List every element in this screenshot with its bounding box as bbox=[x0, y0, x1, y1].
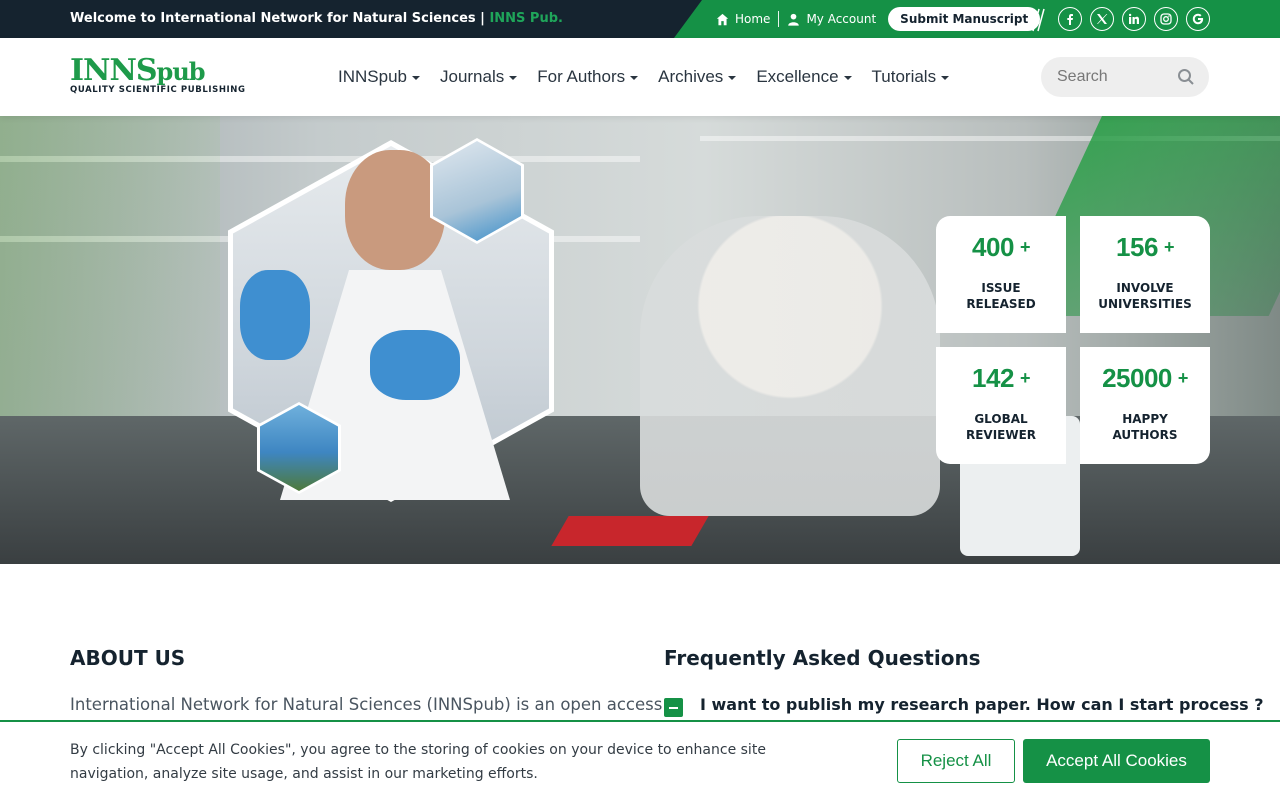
stat-label-line2: RELEASED bbox=[966, 297, 1036, 311]
stat-value: 25000 bbox=[1102, 363, 1172, 393]
stat-label-line1: INVOLVE bbox=[1116, 281, 1174, 295]
caret-down-icon bbox=[941, 76, 950, 80]
top-links: Home My Account Submit Manuscript bbox=[716, 0, 1041, 38]
nav-label: Excellence bbox=[756, 67, 839, 86]
nav-journals[interactable]: Journals bbox=[439, 67, 518, 87]
nav-innspub[interactable]: INNSpub bbox=[338, 67, 420, 87]
stat-label-line2: AUTHORS bbox=[1112, 428, 1178, 442]
brand-link[interactable]: INNS Pub. bbox=[489, 11, 563, 26]
stat-label: INVOLVE UNIVERSITIES bbox=[1090, 280, 1200, 312]
caret-down-icon bbox=[843, 76, 852, 80]
stat-number: 156 + bbox=[1080, 232, 1210, 263]
search-input[interactable] bbox=[1057, 65, 1175, 89]
glove-right bbox=[370, 330, 460, 400]
cookie-consent-bar: By clicking "Accept All Cookies", you ag… bbox=[0, 720, 1280, 800]
home-icon bbox=[716, 13, 729, 25]
stat-plus: + bbox=[1163, 237, 1175, 257]
stat-plus: + bbox=[1177, 368, 1189, 388]
red-equipment bbox=[551, 516, 709, 546]
my-account-label: My Account bbox=[806, 12, 877, 26]
nav-archives[interactable]: Archives bbox=[658, 67, 737, 87]
collapse-icon[interactable] bbox=[664, 698, 683, 717]
stat-happy-authors: 25000 + HAPPY AUTHORS bbox=[1080, 347, 1210, 464]
main-nav: INNSpub Journals For Authors Archives Ex… bbox=[338, 38, 950, 116]
stat-label: GLOBAL REVIEWER bbox=[946, 411, 1056, 443]
x-icon[interactable] bbox=[1090, 7, 1114, 31]
divider bbox=[778, 11, 780, 27]
home-link-label: Home bbox=[735, 12, 771, 26]
stat-global-reviewer: 142 + GLOBAL REVIEWER bbox=[936, 347, 1066, 464]
stat-plus: + bbox=[1019, 368, 1031, 388]
stat-number: 142 + bbox=[936, 363, 1066, 394]
nav-tutorials[interactable]: Tutorials bbox=[872, 67, 950, 87]
stat-universities: 156 + INVOLVE UNIVERSITIES bbox=[1080, 216, 1210, 333]
plant-hexagon-inner bbox=[433, 141, 521, 241]
stat-label-line2: REVIEWER bbox=[965, 428, 1037, 442]
welcome-message: Welcome to International Network for Nat… bbox=[70, 11, 485, 26]
faq-question[interactable]: I want to publish my research paper. How… bbox=[700, 695, 1264, 714]
logo-wordmark: INNSpub bbox=[70, 53, 206, 88]
welcome-text: Welcome to International Network for Nat… bbox=[70, 11, 563, 26]
caret-down-icon bbox=[728, 76, 737, 80]
logo-tagline: QUALITY SCIENTIFIC PUBLISHING bbox=[70, 85, 246, 95]
stat-value: 156 bbox=[1116, 232, 1158, 262]
nav-label: For Authors bbox=[537, 67, 626, 86]
nav-label: Journals bbox=[439, 67, 505, 86]
stat-issues-released: 400 + ISSUE RELEASED bbox=[936, 216, 1066, 333]
accept-all-cookies-button[interactable]: Accept All Cookies bbox=[1023, 739, 1210, 783]
nav-excellence[interactable]: Excellence bbox=[756, 67, 852, 87]
stat-plus: + bbox=[1019, 237, 1031, 257]
stat-label: HAPPY AUTHORS bbox=[1090, 411, 1200, 443]
glove-left bbox=[240, 270, 310, 360]
stat-label-line1: GLOBAL bbox=[974, 412, 1028, 426]
my-account-link[interactable]: My Account bbox=[787, 12, 876, 26]
stat-label-line1: ISSUE bbox=[981, 281, 1021, 295]
stat-label-line2: UNIVERSITIES bbox=[1098, 297, 1192, 311]
stat-value: 400 bbox=[972, 232, 1014, 262]
about-us-text: International Network for Natural Scienc… bbox=[70, 695, 663, 714]
lab-researcher-figure bbox=[640, 216, 940, 516]
caret-down-icon bbox=[630, 76, 639, 80]
stat-number: 400 + bbox=[936, 232, 1066, 263]
user-icon bbox=[788, 13, 800, 26]
facebook-icon[interactable] bbox=[1058, 7, 1082, 31]
nav-label: Archives bbox=[658, 67, 724, 86]
logo-main-text: INNS bbox=[70, 53, 158, 88]
seedling-hexagon-inner bbox=[260, 405, 338, 491]
search-box bbox=[1041, 57, 1209, 97]
social-links bbox=[1058, 7, 1210, 31]
stat-label-line1: HAPPY bbox=[1122, 412, 1168, 426]
home-link[interactable]: Home bbox=[716, 12, 770, 26]
search-icon[interactable] bbox=[1177, 68, 1195, 86]
about-us-heading: ABOUT US bbox=[70, 646, 186, 670]
google-icon[interactable] bbox=[1186, 7, 1210, 31]
instagram-icon[interactable] bbox=[1154, 7, 1178, 31]
stat-number: 25000 + bbox=[1080, 363, 1210, 394]
stat-label: ISSUE RELEASED bbox=[946, 280, 1056, 312]
nav-label: INNSpub bbox=[338, 67, 407, 86]
faq-heading: Frequently Asked Questions bbox=[664, 646, 981, 670]
reject-all-button[interactable]: Reject All bbox=[897, 739, 1015, 783]
linkedin-icon[interactable] bbox=[1122, 7, 1146, 31]
nav-for-authors[interactable]: For Authors bbox=[537, 67, 639, 87]
hero-banner bbox=[0, 116, 1280, 564]
stat-value: 142 bbox=[972, 363, 1014, 393]
main-header: INNSpub QUALITY SCIENTIFIC PUBLISHING IN… bbox=[0, 38, 1280, 116]
caret-down-icon bbox=[411, 76, 420, 80]
top-bar: Welcome to International Network for Nat… bbox=[0, 0, 1280, 38]
logo-sub-text: pub bbox=[156, 57, 206, 86]
caret-down-icon bbox=[509, 76, 518, 80]
cookie-message: By clicking "Accept All Cookies", you ag… bbox=[70, 742, 766, 782]
innspub-logo[interactable]: INNSpub QUALITY SCIENTIFIC PUBLISHING bbox=[70, 56, 250, 98]
slashes-decoration bbox=[1032, 8, 1045, 32]
submit-manuscript-button[interactable]: Submit Manuscript bbox=[888, 7, 1041, 31]
nav-label: Tutorials bbox=[871, 67, 937, 86]
